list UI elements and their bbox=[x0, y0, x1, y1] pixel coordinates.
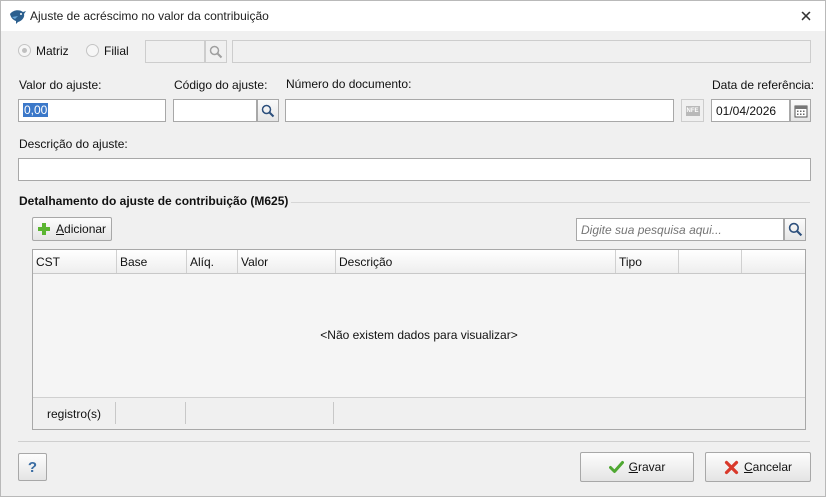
calendar-icon bbox=[794, 105, 807, 117]
search-icon bbox=[209, 45, 223, 58]
section-divider bbox=[291, 202, 810, 203]
footer-cell bbox=[186, 402, 334, 424]
detalhamento-section-title: Detalhamento do ajuste de contribuição (… bbox=[19, 194, 289, 208]
filial-code-input[interactable] bbox=[145, 40, 205, 63]
save-button-label: Gravar bbox=[628, 460, 666, 474]
detail-grid[interactable]: CST Base Alíq. Valor Descrição Tipo <Não… bbox=[32, 249, 806, 430]
add-button[interactable]: Adicionar bbox=[32, 217, 112, 241]
cancel-x-icon bbox=[724, 460, 739, 474]
dialog-window: Ajuste de acréscimo no valor da contribu… bbox=[0, 0, 826, 497]
grid-search-button[interactable] bbox=[784, 218, 806, 241]
column-header-aliq[interactable]: Alíq. bbox=[187, 250, 238, 273]
matriz-radio[interactable] bbox=[18, 44, 31, 57]
descricao-ajuste-input[interactable] bbox=[18, 158, 811, 181]
empty-grid-message: <Não existem dados para visualizar> bbox=[320, 328, 518, 342]
codigo-search-button[interactable] bbox=[257, 99, 279, 122]
help-button[interactable]: ? bbox=[18, 453, 47, 481]
column-header-tipo[interactable]: Tipo bbox=[616, 250, 679, 273]
codigo-ajuste-label: Código do ajuste: bbox=[174, 78, 268, 92]
bird-logo-icon bbox=[10, 10, 26, 24]
data-referencia-label: Data de referência: bbox=[712, 78, 815, 92]
title-bar[interactable]: Ajuste de acréscimo no valor da contribu… bbox=[1, 1, 825, 31]
data-referencia-input[interactable] bbox=[711, 99, 790, 122]
filial-search-button[interactable] bbox=[205, 40, 227, 63]
footer-cell bbox=[116, 402, 186, 424]
grid-footer: registro(s) bbox=[33, 397, 805, 429]
cancel-button[interactable]: Cancelar bbox=[705, 452, 811, 482]
descricao-ajuste-label: Descrição do ajuste: bbox=[19, 137, 128, 151]
matriz-label: Matriz bbox=[36, 44, 69, 58]
column-header-cst[interactable]: CST bbox=[33, 250, 117, 273]
grid-header: CST Base Alíq. Valor Descrição Tipo bbox=[33, 250, 805, 274]
column-header-valor[interactable]: Valor bbox=[238, 250, 336, 273]
column-header-descricao[interactable]: Descrição bbox=[336, 250, 616, 273]
nfe-icon: NFE bbox=[685, 105, 700, 116]
help-icon: ? bbox=[27, 458, 38, 476]
filial-name-input[interactable] bbox=[232, 40, 811, 63]
search-icon bbox=[788, 222, 802, 237]
save-button[interactable]: Gravar bbox=[580, 452, 694, 482]
column-header-empty-2[interactable] bbox=[742, 250, 805, 273]
checkmark-icon bbox=[608, 461, 624, 473]
column-header-empty-1[interactable] bbox=[679, 250, 742, 273]
footer-record-count: registro(s) bbox=[33, 402, 116, 424]
valor-ajuste-input[interactable]: 0,00 bbox=[18, 99, 166, 122]
plus-icon bbox=[38, 223, 50, 235]
footer-cell bbox=[334, 402, 805, 424]
bottom-divider bbox=[18, 441, 810, 442]
filial-label: Filial bbox=[104, 44, 129, 58]
codigo-ajuste-input[interactable] bbox=[173, 99, 257, 122]
valor-ajuste-label: Valor do ajuste: bbox=[19, 78, 102, 92]
valor-ajuste-value: 0,00 bbox=[23, 103, 49, 117]
numero-documento-input[interactable] bbox=[285, 99, 674, 122]
cancel-button-label: Cancelar bbox=[743, 460, 793, 474]
window-title: Ajuste de acréscimo no valor da contribu… bbox=[30, 9, 269, 23]
calendar-button[interactable] bbox=[790, 99, 811, 122]
search-icon bbox=[261, 104, 275, 117]
close-icon[interactable] bbox=[798, 8, 814, 24]
filial-radio[interactable] bbox=[86, 44, 99, 57]
grid-search-input[interactable] bbox=[576, 218, 784, 241]
nfe-button[interactable]: NFE bbox=[681, 99, 704, 122]
numero-documento-label: Número do documento: bbox=[286, 77, 412, 91]
column-header-base[interactable]: Base bbox=[117, 250, 187, 273]
add-button-label: Adicionar bbox=[56, 222, 107, 236]
